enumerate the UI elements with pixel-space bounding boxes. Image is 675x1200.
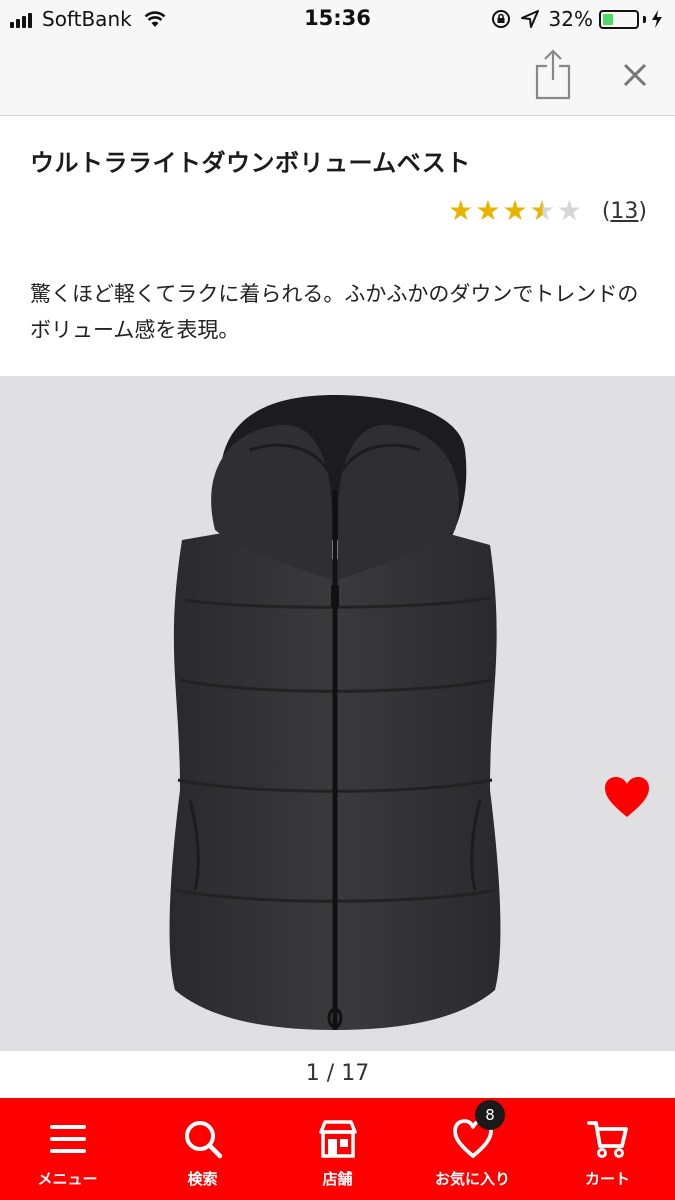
empty-star-icon: ★ xyxy=(556,194,582,227)
charging-icon xyxy=(652,10,662,28)
nav-search-label: 検索 xyxy=(187,1170,218,1188)
nav-favorites-label: お気に入り xyxy=(434,1170,510,1188)
menu-icon xyxy=(49,1125,86,1153)
heart-icon[interactable] xyxy=(604,776,650,818)
status-bar: SoftBank 15:36 32% xyxy=(0,0,675,38)
nav-favorites[interactable]: お気に入り 8 xyxy=(405,1098,540,1200)
product-image-carousel[interactable] xyxy=(0,376,675,1051)
battery-cap xyxy=(643,15,646,23)
review-paren-close: ) xyxy=(638,198,647,224)
rating[interactable]: ★ ★ ★ ★ ★ (13) xyxy=(448,196,647,226)
store-icon xyxy=(318,1120,357,1158)
review-count[interactable]: 13 xyxy=(610,199,638,224)
star-icon: ★ xyxy=(502,194,528,227)
half-star-icon: ★ xyxy=(529,194,555,227)
favorites-count-badge: 8 xyxy=(475,1100,505,1130)
nav-menu[interactable]: メニュー xyxy=(0,1098,135,1200)
review-count-link[interactable]: (13) xyxy=(602,199,647,224)
close-icon[interactable] xyxy=(620,60,650,90)
nav-menu-label: メニュー xyxy=(37,1170,98,1188)
product-description: 驚くほど軽くてラクに着られる。ふかふかのダウンでトレンドのボリューム感を表現。 xyxy=(30,282,639,342)
browser-toolbar xyxy=(0,38,675,116)
nav-store[interactable]: 店舗 xyxy=(270,1098,405,1200)
nav-search[interactable]: 検索 xyxy=(135,1098,270,1200)
status-right: 32% xyxy=(491,7,663,31)
battery-level xyxy=(603,13,614,25)
battery-icon xyxy=(599,9,639,29)
image-pager: 1 / 17 xyxy=(305,1061,370,1086)
nav-cart-label: カート xyxy=(584,1170,630,1188)
rotation-lock-icon xyxy=(491,10,510,28)
cart-icon xyxy=(586,1121,628,1158)
battery-percent: 32% xyxy=(548,7,593,31)
nav-cart[interactable]: カート xyxy=(540,1098,675,1200)
search-icon xyxy=(184,1121,222,1159)
star-icon: ★ xyxy=(475,194,501,227)
bottom-navigation: メニュー 検索 店舗 お気に入り 8 カート xyxy=(0,1098,675,1200)
location-icon xyxy=(520,10,539,28)
nav-store-label: 店舗 xyxy=(322,1170,353,1188)
product-title: ウルトラライトダウンボリュームベスト xyxy=(30,149,471,177)
vest-image xyxy=(169,395,501,1030)
star-icon: ★ xyxy=(448,194,474,227)
share-icon[interactable] xyxy=(533,48,573,100)
